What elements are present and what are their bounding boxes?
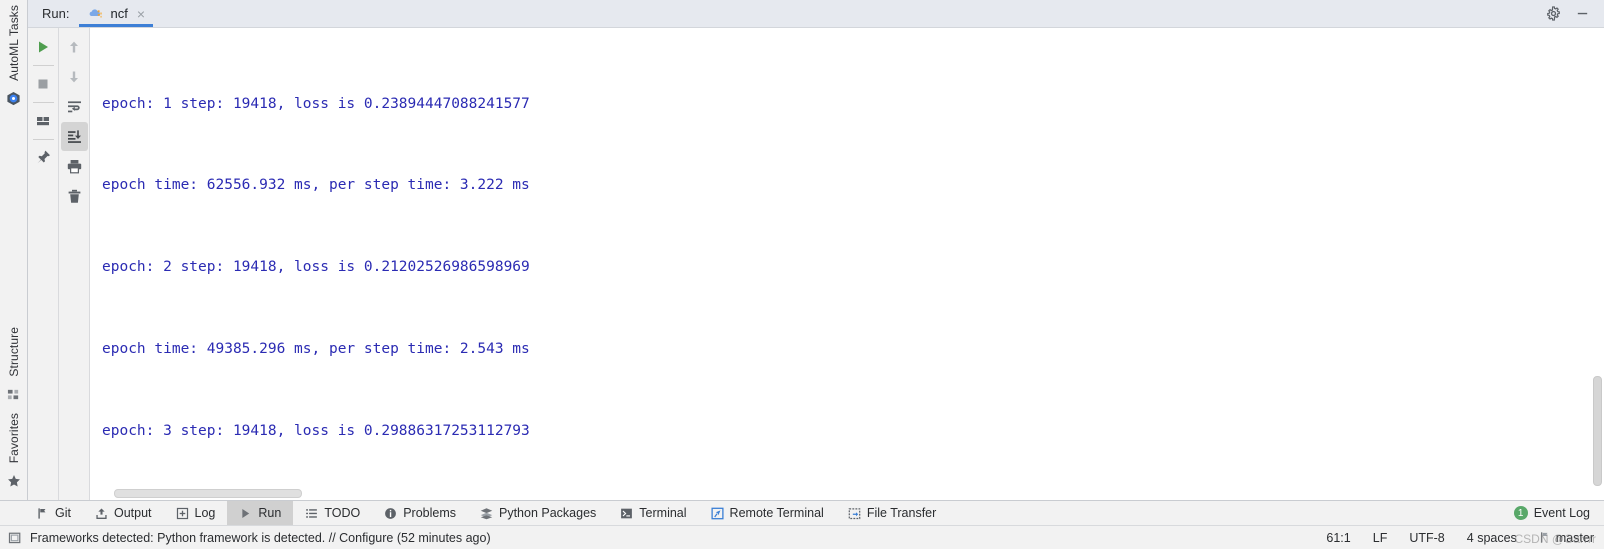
console-output-panel[interactable]: epoch: 1 step: 19418, loss is 0.23894447… (90, 28, 1604, 500)
run-tool-window: Run: ncf × epoch: 1 step: 19418, loss is… (28, 0, 1604, 500)
indent-setting[interactable]: 4 spaces (1467, 531, 1517, 545)
console-hscroll-thumb[interactable] (114, 489, 302, 498)
tool-window-label: Run (258, 506, 282, 520)
console-line: epoch: 1 step: 19418, loss is 0.23894447… (102, 95, 530, 112)
console-vscroll-thumb[interactable] (1593, 376, 1602, 486)
tool-window-label: Output (113, 506, 152, 520)
tool-window-button-file-transfer[interactable]: File Transfer (836, 501, 948, 525)
tool-window-button-git[interactable]: Git (0, 501, 83, 525)
layout-button[interactable] (30, 106, 57, 135)
tool-window-button-output[interactable]: Output (83, 501, 164, 525)
tool-window-button-log[interactable]: Log (164, 501, 228, 525)
run-toolbar-secondary (59, 28, 90, 500)
sidebar-item-structure[interactable]: Structure (0, 322, 28, 382)
caret-position[interactable]: 61:1 (1326, 531, 1350, 545)
arrow-down-icon[interactable] (61, 62, 88, 91)
line-separator[interactable]: LF (1373, 531, 1388, 545)
remote-run-config-icon (89, 7, 104, 21)
sidebar-item-automl-tasks[interactable]: AutoML Tasks (0, 0, 28, 86)
status-bar: Frameworks detected: Python framework is… (0, 525, 1604, 549)
status-message[interactable]: Frameworks detected: Python framework is… (30, 531, 491, 545)
git-branch-icon (36, 507, 49, 520)
tool-window-button-remote-terminal[interactable]: Remote Terminal (699, 501, 836, 525)
toolbar-divider (32, 102, 54, 103)
tool-window-button-todo[interactable]: TODO (293, 501, 372, 525)
main-body: AutoML Tasks Structure Favorites Run: nc… (0, 0, 1604, 500)
arrow-up-icon[interactable] (61, 32, 88, 61)
tool-window-label: Git (55, 506, 71, 520)
console-line: epoch time: 49385.296 ms, per step time:… (102, 341, 530, 358)
soft-wrap-icon[interactable] (61, 92, 88, 121)
git-branch-widget[interactable]: master (1539, 531, 1594, 545)
pycharm-window: AutoML Tasks Structure Favorites Run: nc… (0, 0, 1604, 549)
console-vertical-scrollbar[interactable] (1591, 28, 1604, 500)
tool-window-label: Terminal (639, 506, 687, 520)
console-line: epoch: 3 step: 19418, loss is 0.29886317… (102, 423, 530, 440)
left-tool-rail: AutoML Tasks Structure Favorites (0, 0, 28, 500)
printer-icon[interactable] (61, 152, 88, 181)
run-window-header: Run: ncf × (28, 0, 1604, 28)
run-window-body: epoch: 1 step: 19418, loss is 0.23894447… (28, 28, 1604, 500)
output-icon (95, 507, 108, 520)
status-bar-left: Frameworks detected: Python framework is… (0, 531, 491, 545)
tool-window-button-python-packages[interactable]: Python Packages (468, 501, 608, 525)
rerun-button[interactable] (30, 32, 57, 61)
play-icon (239, 507, 252, 520)
close-icon[interactable]: × (134, 7, 145, 21)
todo-list-icon (305, 507, 318, 520)
tool-window-button-problems[interactable]: Problems (372, 501, 468, 525)
stop-button[interactable] (30, 69, 57, 98)
terminal-icon (620, 507, 633, 520)
branch-name: master (1555, 530, 1594, 545)
tool-window-button-run[interactable]: Run (227, 501, 294, 525)
rail-top-group: AutoML Tasks (0, 0, 28, 112)
tool-window-button-terminal[interactable]: Terminal (608, 501, 698, 525)
run-toolbar-primary (28, 28, 59, 500)
trash-icon[interactable] (61, 182, 88, 211)
console-line: epoch time: 62556.932 ms, per step time:… (102, 177, 530, 194)
console-horizontal-scrollbar[interactable] (90, 487, 1591, 500)
gear-icon[interactable] (1546, 6, 1561, 21)
run-window-title: Run: (42, 6, 70, 21)
problems-icon (384, 507, 397, 520)
event-log-count-badge: 1 (1513, 506, 1528, 520)
run-tab-ncf[interactable]: ncf × (79, 0, 153, 27)
tool-window-label: Remote Terminal (729, 506, 824, 520)
status-bar-right: 61:1 LF UTF-8 4 spaces master (1326, 531, 1604, 545)
remote-terminal-icon (711, 507, 724, 520)
sidebar-item-favorites[interactable]: Favorites (0, 408, 28, 468)
packages-icon (480, 507, 493, 520)
file-transfer-icon (848, 507, 861, 520)
toolbar-divider (32, 65, 54, 66)
toolbar-divider (32, 139, 54, 140)
console-text: epoch: 1 step: 19418, loss is 0.23894447… (90, 28, 1604, 500)
notification-icon[interactable] (8, 531, 22, 545)
scroll-to-end-button[interactable] (60, 122, 88, 151)
automl-cube-icon[interactable] (0, 86, 28, 112)
tool-window-label: Python Packages (499, 506, 597, 520)
minimize-icon[interactable] (1575, 6, 1590, 21)
git-branch-icon (1539, 531, 1551, 544)
tool-window-label: Problems (403, 506, 456, 520)
tool-window-label: File Transfer (866, 506, 937, 520)
tool-window-bar: Git Output Log Run TODO Problems Python … (0, 500, 1604, 525)
pin-icon[interactable] (30, 143, 57, 172)
console-line: epoch: 2 step: 19418, loss is 0.21202526… (102, 259, 530, 276)
structure-icon[interactable] (0, 382, 28, 408)
tool-window-label: Log (194, 506, 216, 520)
run-header-actions (1546, 0, 1604, 27)
event-log-button[interactable]: 1 Event Log (1513, 501, 1604, 525)
star-icon[interactable] (0, 468, 28, 494)
run-tab-label: ncf (110, 6, 128, 21)
log-plus-icon (176, 507, 189, 520)
tool-window-label: TODO (324, 506, 361, 520)
rail-bottom-group: Structure Favorites (0, 322, 28, 500)
file-encoding[interactable]: UTF-8 (1409, 531, 1444, 545)
event-log-label: Event Log (1533, 506, 1590, 520)
